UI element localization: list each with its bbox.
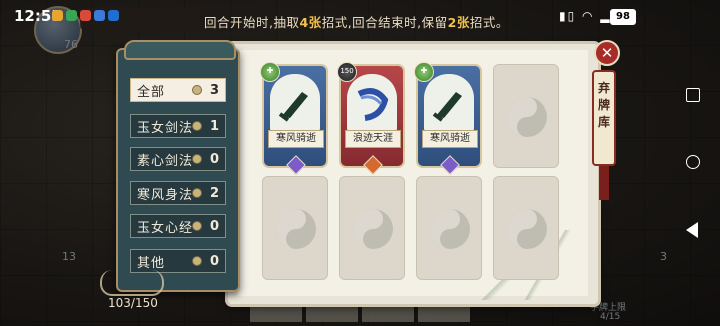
count-gem-icon [193, 222, 201, 230]
card-hanfeng-2[interactable]: ✚ 寒风骑逝 [414, 62, 482, 175]
cloud-ornament [100, 270, 164, 296]
count-gem-icon [193, 122, 201, 130]
yinyang-icon [276, 209, 316, 249]
card-art [347, 74, 397, 134]
app-icon [80, 10, 91, 21]
filter-panel-header [124, 40, 236, 60]
card-name: 浪迹天涯 [345, 130, 401, 148]
filter-yunv-heart[interactable]: 玉女心经 0 [130, 214, 226, 238]
home-icon[interactable] [686, 155, 700, 169]
app-icon [66, 10, 77, 21]
yinyang-icon [507, 209, 547, 249]
filter-hanfeng-movement[interactable]: 寒风身法 2 [130, 181, 226, 205]
tassel-ornament [599, 166, 609, 200]
card-art [424, 74, 474, 134]
recent-apps-icon[interactable] [686, 88, 700, 102]
hp-readout: 103/150 [108, 296, 158, 310]
card-hanfeng-1[interactable]: ✚ 寒风骑逝 [260, 62, 328, 175]
filter-suxin-sword[interactable]: 素心剑法 0 [130, 147, 226, 171]
close-button[interactable]: ✕ [594, 40, 620, 66]
blade-icon [432, 92, 462, 122]
count-gem-icon [193, 86, 201, 94]
card-name: 寒风骑逝 [422, 130, 478, 148]
count-gem-icon [193, 257, 201, 265]
empty-card-slot [262, 176, 328, 280]
card-langji[interactable]: 150 浪迹天涯 [337, 62, 405, 175]
app-icon [108, 10, 119, 21]
filter-yunv-sword[interactable]: 玉女剑法 1 [130, 114, 226, 138]
cost-icon: ✚ [414, 62, 434, 82]
empty-card-slot [493, 64, 559, 168]
turn-hint: 回合开始时,抽取4张招式,回合结束时,保留2张招式。 [204, 15, 509, 30]
yinyang-icon [353, 209, 393, 249]
yinyang-icon [507, 97, 547, 137]
card-name: 寒风骑逝 [268, 130, 324, 148]
close-icon: ✕ [600, 44, 614, 62]
discard-pile-tab[interactable]: 弃牌库 [592, 70, 616, 166]
app-icon [52, 10, 63, 21]
empty-card-slot [339, 176, 405, 280]
cost-icon: ✚ [260, 62, 280, 82]
battery-indicator: 98 [610, 9, 636, 25]
empty-card-slot [493, 176, 559, 280]
count-gem-icon [193, 189, 201, 197]
card-art [270, 74, 320, 134]
category-filter-panel: 全部 3 玉女剑法 1 素心剑法 0 寒风身法 2 玉女心经 0 其他 0 [116, 40, 240, 292]
back-icon[interactable] [686, 222, 698, 238]
wave-icon [357, 88, 389, 121]
cost-badge: 150 [337, 62, 357, 82]
yinyang-icon [430, 209, 470, 249]
count-gem-icon [193, 155, 201, 163]
system-nav-bar [662, 34, 720, 326]
empty-card-slot [416, 176, 482, 280]
app-icon [94, 10, 105, 21]
blade-icon [278, 92, 308, 122]
filter-all[interactable]: 全部 3 [130, 78, 226, 102]
